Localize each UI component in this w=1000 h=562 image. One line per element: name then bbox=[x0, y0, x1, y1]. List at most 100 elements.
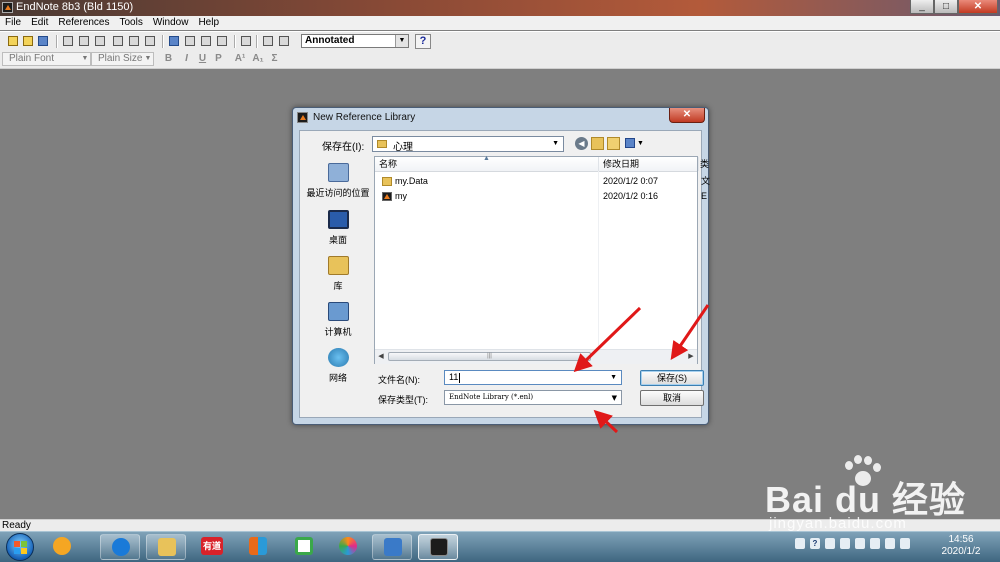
column-name[interactable]: 名称 bbox=[375, 157, 599, 171]
menu-help[interactable]: Help bbox=[193, 16, 224, 30]
help-button[interactable]: ? bbox=[415, 34, 431, 49]
menu-file[interactable]: File bbox=[0, 16, 26, 30]
insert-object-icon[interactable] bbox=[278, 35, 290, 47]
taskbar-app-2[interactable] bbox=[100, 534, 140, 560]
up-folder-icon[interactable] bbox=[591, 137, 604, 150]
libraries-icon bbox=[328, 256, 349, 275]
file-list[interactable]: ▲ 名称 修改日期 类 my.Data 2020/1/2 0:07 文 my 2… bbox=[374, 155, 710, 364]
main-toolbar: Annotated ▼ ? bbox=[0, 31, 1000, 52]
close-button[interactable]: ✕ bbox=[958, 0, 998, 14]
app-endnote-icon bbox=[430, 538, 448, 556]
endnote-dialog-icon bbox=[297, 112, 308, 123]
dialog-title: New Reference Library bbox=[313, 112, 416, 123]
battery-icon[interactable] bbox=[870, 538, 880, 549]
maximize-button[interactable]: □ bbox=[934, 0, 958, 14]
cancel-button[interactable]: 取消 bbox=[640, 390, 704, 406]
place-label: 最近访问的位置 bbox=[306, 188, 370, 198]
save-in-label: 保存在(I): bbox=[322, 142, 365, 153]
copy-icon[interactable] bbox=[78, 35, 90, 47]
taskbar-app-7[interactable] bbox=[328, 534, 368, 560]
network-icon bbox=[328, 348, 349, 367]
place-computer[interactable]: 计算机 bbox=[304, 302, 372, 346]
place-recent[interactable]: 最近访问的位置 bbox=[304, 163, 372, 207]
file-row-mydata[interactable]: my.Data 2020/1/2 0:07 文 bbox=[375, 174, 710, 189]
save-button[interactable]: 保存(S) bbox=[640, 370, 704, 386]
underline-button[interactable]: U bbox=[196, 53, 209, 65]
place-desktop[interactable]: 桌面 bbox=[304, 210, 372, 254]
volume-icon[interactable] bbox=[900, 538, 910, 549]
online-search-icon[interactable] bbox=[240, 35, 252, 47]
bold-button[interactable]: B bbox=[162, 53, 175, 65]
superscript-button[interactable]: A¹ bbox=[232, 53, 248, 65]
back-icon[interactable]: ◀ bbox=[575, 137, 588, 150]
copy-formatted-icon[interactable] bbox=[144, 35, 156, 47]
scroll-right-icon[interactable]: ▶ bbox=[685, 350, 697, 364]
output-style-value: Annotated bbox=[305, 35, 355, 46]
place-libraries[interactable]: 库 bbox=[304, 256, 372, 300]
taskbar-app-8[interactable] bbox=[372, 534, 412, 560]
filename-input[interactable]: 11 ▼ bbox=[444, 370, 622, 385]
chevron-down-icon[interactable]: ▼ bbox=[610, 371, 617, 385]
horizontal-scrollbar[interactable]: ◀ ||| ▶ bbox=[375, 349, 697, 364]
menu-references[interactable]: References bbox=[53, 16, 114, 30]
menu-tools[interactable]: Tools bbox=[115, 16, 148, 30]
font-value: Plain Font bbox=[9, 53, 55, 64]
chevron-down-icon[interactable]: ▼ bbox=[395, 35, 408, 47]
show-all-icon[interactable] bbox=[168, 35, 180, 47]
start-button[interactable] bbox=[6, 533, 34, 561]
column-date-modified[interactable]: 修改日期 bbox=[599, 157, 699, 171]
dialog-close-button[interactable]: ✕ bbox=[669, 108, 705, 123]
file-row-my[interactable]: my 2020/1/2 0:16 E bbox=[375, 189, 707, 204]
toolbar-separator bbox=[162, 35, 164, 48]
column-type[interactable]: 类 bbox=[699, 157, 709, 171]
toolbar-separator bbox=[234, 35, 236, 48]
menu-edit[interactable]: Edit bbox=[26, 16, 53, 30]
paste-icon[interactable] bbox=[94, 35, 106, 47]
go-to-word-icon[interactable] bbox=[216, 35, 228, 47]
flag-icon[interactable] bbox=[855, 538, 865, 549]
taskbar-app-9[interactable] bbox=[418, 534, 458, 560]
new-reference-library-dialog: New Reference Library ✕ 保存在(I): 心理 ▼ ◀ ▼… bbox=[292, 107, 710, 425]
insert-picture-icon[interactable] bbox=[262, 35, 274, 47]
new-library-icon[interactable] bbox=[7, 35, 19, 47]
taskbar-app-3[interactable] bbox=[146, 534, 186, 560]
filetype-select[interactable]: EndNote Library (*.enl) ▼ bbox=[444, 390, 622, 405]
scroll-left-icon[interactable]: ◀ bbox=[375, 350, 387, 364]
minimize-button[interactable]: _ bbox=[910, 0, 934, 14]
title-bar: EndNote 8b3 (Bld 1150) _ □ ✕ bbox=[0, 0, 1000, 16]
security-icon[interactable] bbox=[840, 538, 850, 549]
scroll-thumb[interactable]: ||| bbox=[388, 352, 591, 361]
chevron-down-icon[interactable]: ▼ bbox=[552, 137, 559, 151]
taskbar-app-1[interactable] bbox=[42, 534, 82, 560]
clock[interactable]: 14:56 2020/1/2 bbox=[928, 534, 994, 558]
format-bibliography-icon[interactable] bbox=[200, 35, 212, 47]
menu-window[interactable]: Window bbox=[148, 16, 194, 30]
wifi-icon[interactable] bbox=[885, 538, 895, 549]
ime-icon[interactable] bbox=[825, 538, 835, 549]
save-in-select[interactable]: 心理 ▼ bbox=[372, 136, 564, 153]
new-folder-icon[interactable] bbox=[607, 137, 620, 150]
font-select[interactable]: Plain Font ▼ bbox=[2, 52, 91, 66]
output-style-select[interactable]: Annotated ▼ bbox=[301, 34, 409, 48]
open-library-icon[interactable] bbox=[22, 35, 34, 47]
find-duplicates-icon[interactable] bbox=[128, 35, 140, 47]
keyboard-icon[interactable] bbox=[795, 538, 805, 549]
size-select[interactable]: Plain Size ▼ bbox=[91, 52, 154, 66]
symbol-button[interactable]: Σ bbox=[268, 53, 281, 65]
insert-citation-icon[interactable] bbox=[184, 35, 196, 47]
taskbar-app-5[interactable] bbox=[238, 534, 278, 560]
subscript-button[interactable]: A₁ bbox=[250, 53, 266, 65]
view-menu-button[interactable]: ▼ bbox=[625, 137, 645, 150]
taskbar-app-6[interactable] bbox=[284, 534, 324, 560]
cut-icon[interactable] bbox=[62, 35, 74, 47]
save-icon[interactable] bbox=[37, 35, 49, 47]
italic-button[interactable]: I bbox=[180, 53, 193, 65]
plain-button[interactable]: P bbox=[212, 53, 225, 65]
find-icon[interactable] bbox=[112, 35, 124, 47]
save-in-value: 心理 bbox=[393, 142, 413, 153]
taskbar-app-4[interactable]: 有道 bbox=[192, 534, 232, 560]
file-date: 2020/1/2 0:07 bbox=[603, 176, 659, 186]
chevron-down-icon[interactable]: ▼ bbox=[612, 391, 617, 405]
place-network[interactable]: 网络 bbox=[304, 348, 372, 392]
help-tray-icon[interactable]: ? bbox=[810, 538, 820, 549]
